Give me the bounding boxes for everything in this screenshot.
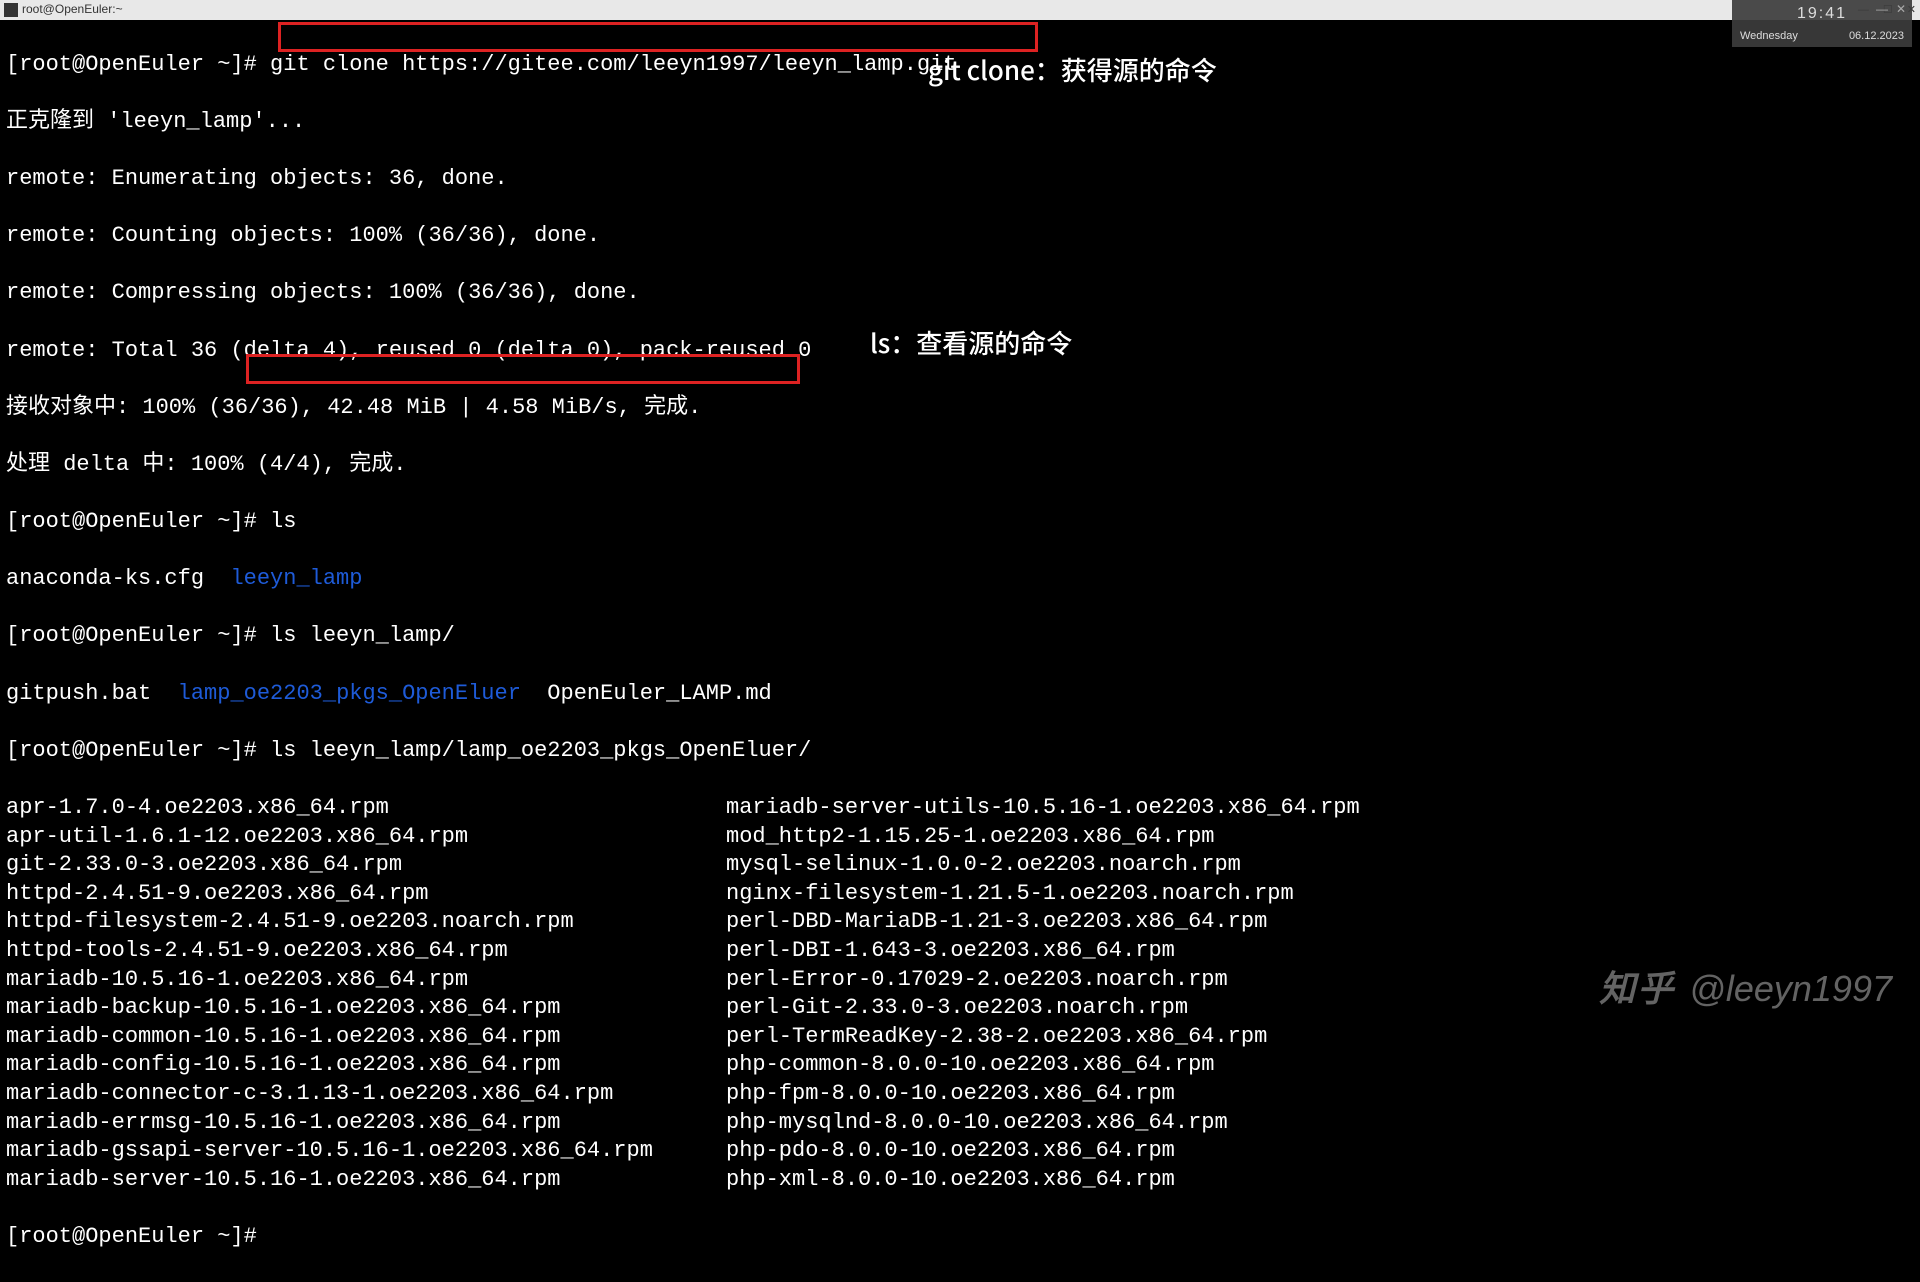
out-cloning: 正克隆到 'leeyn_lamp'...: [6, 108, 1914, 137]
pkg-file: mariadb-config-10.5.16-1.oe2203.x86_64.r…: [6, 1051, 726, 1080]
ls-file: anaconda-ks.cfg: [6, 566, 230, 591]
clock-min-icon[interactable]: —: [1876, 2, 1888, 18]
prompt: [root@OpenEuler ~]#: [6, 623, 257, 648]
pkg-file: php-xml-8.0.0-10.oe2203.x86_64.rpm: [726, 1166, 1914, 1195]
pkg-file: mariadb-server-10.5.16-1.oe2203.x86_64.r…: [6, 1166, 726, 1195]
pkg-file: mariadb-errmsg-10.5.16-1.oe2203.x86_64.r…: [6, 1109, 726, 1138]
pkg-file: mariadb-backup-10.5.16-1.oe2203.x86_64.r…: [6, 994, 726, 1023]
pkg-file: mod_http2-1.15.25-1.oe2203.x86_64.rpm: [726, 823, 1914, 852]
ls-dir: lamp_oe2203_pkgs_OpenEluer: [178, 681, 521, 706]
cmd-ls-pkgs: ls leeyn_lamp/lamp_oe2203_pkgs_OpenEluer…: [270, 738, 811, 763]
pkg-file: perl-Git-2.33.0-3.oe2203.noarch.rpm: [726, 994, 1914, 1023]
pkg-file: php-pdo-8.0.0-10.oe2203.x86_64.rpm: [726, 1137, 1914, 1166]
ls-dir: leeyn_lamp: [230, 566, 362, 591]
prompt: [root@OpenEuler ~]#: [6, 738, 257, 763]
out-recv: 接收对象中: 100% (36/36), 42.48 MiB | 4.58 Mi…: [6, 394, 1914, 423]
out-compress: remote: Compressing objects: 100% (36/36…: [6, 279, 1914, 308]
pkg-file: apr-util-1.6.1-12.oe2203.x86_64.rpm: [6, 823, 726, 852]
clock-widget: — ✕ 19:41 Wednesday 06.12.2023: [1732, 0, 1912, 47]
cmd-git-clone: git clone https://gitee.com/leeyn1997/le…: [270, 52, 957, 77]
pkg-file: apr-1.7.0-4.oe2203.x86_64.rpm: [6, 794, 726, 823]
pkg-file: mariadb-connector-c-3.1.13-1.oe2203.x86_…: [6, 1080, 726, 1109]
terminal-icon: [4, 3, 18, 17]
prompt: [root@OpenEuler ~]#: [6, 52, 257, 77]
out-enum: remote: Enumerating objects: 36, done.: [6, 165, 1914, 194]
prompt: [root@OpenEuler ~]#: [6, 509, 257, 534]
clock-day: Wednesday: [1740, 29, 1798, 43]
pkg-file: mariadb-10.5.16-1.oe2203.x86_64.rpm: [6, 966, 726, 995]
window-title: root@OpenEuler:~: [22, 2, 123, 18]
pkg-file: php-fpm-8.0.0-10.oe2203.x86_64.rpm: [726, 1080, 1914, 1109]
cmd-ls: ls: [270, 509, 296, 534]
window-titlebar: root@OpenEuler:~ — ☐ ✕: [0, 0, 1920, 20]
cmd-ls-leeyn: ls leeyn_lamp/: [270, 623, 455, 648]
pkg-file: httpd-filesystem-2.4.51-9.oe2203.noarch.…: [6, 908, 726, 937]
pkg-file: perl-Error-0.17029-2.oe2203.noarch.rpm: [726, 966, 1914, 995]
pkg-file: php-mysqlnd-8.0.0-10.oe2203.x86_64.rpm: [726, 1109, 1914, 1138]
pkg-file: perl-TermReadKey-2.38-2.oe2203.x86_64.rp…: [726, 1023, 1914, 1052]
pkg-file: php-common-8.0.0-10.oe2203.x86_64.rpm: [726, 1051, 1914, 1080]
pkg-file: nginx-filesystem-1.21.5-1.oe2203.noarch.…: [726, 880, 1914, 909]
ls-file: OpenEuler_LAMP.md: [521, 681, 772, 706]
pkg-file: mariadb-gssapi-server-10.5.16-1.oe2203.x…: [6, 1137, 726, 1166]
pkg-file: perl-DBI-1.643-3.oe2203.x86_64.rpm: [726, 937, 1914, 966]
terminal[interactable]: [root@OpenEuler ~]# git clone https://gi…: [0, 20, 1920, 1282]
out-delta: 处理 delta 中: 100% (4/4), 完成.: [6, 451, 1914, 480]
pkg-file: httpd-2.4.51-9.oe2203.x86_64.rpm: [6, 880, 726, 909]
prompt: [root@OpenEuler ~]#: [6, 1224, 257, 1249]
pkg-file: mariadb-server-utils-10.5.16-1.oe2203.x8…: [726, 794, 1914, 823]
clock-close-icon[interactable]: ✕: [1896, 2, 1906, 18]
pkg-file: httpd-tools-2.4.51-9.oe2203.x86_64.rpm: [6, 937, 726, 966]
out-count: remote: Counting objects: 100% (36/36), …: [6, 222, 1914, 251]
out-total: remote: Total 36 (delta 4), reused 0 (de…: [6, 337, 1914, 366]
ls-file: gitpush.bat: [6, 681, 178, 706]
clock-date: 06.12.2023: [1849, 29, 1904, 43]
pkg-file: mariadb-common-10.5.16-1.oe2203.x86_64.r…: [6, 1023, 726, 1052]
pkg-file: mysql-selinux-1.0.0-2.oe2203.noarch.rpm: [726, 851, 1914, 880]
pkgs-listing: apr-1.7.0-4.oe2203.x86_64.rpmapr-util-1.…: [6, 794, 1914, 1194]
pkg-file: git-2.33.0-3.oe2203.x86_64.rpm: [6, 851, 726, 880]
pkg-file: perl-DBD-MariaDB-1.21-3.oe2203.x86_64.rp…: [726, 908, 1914, 937]
